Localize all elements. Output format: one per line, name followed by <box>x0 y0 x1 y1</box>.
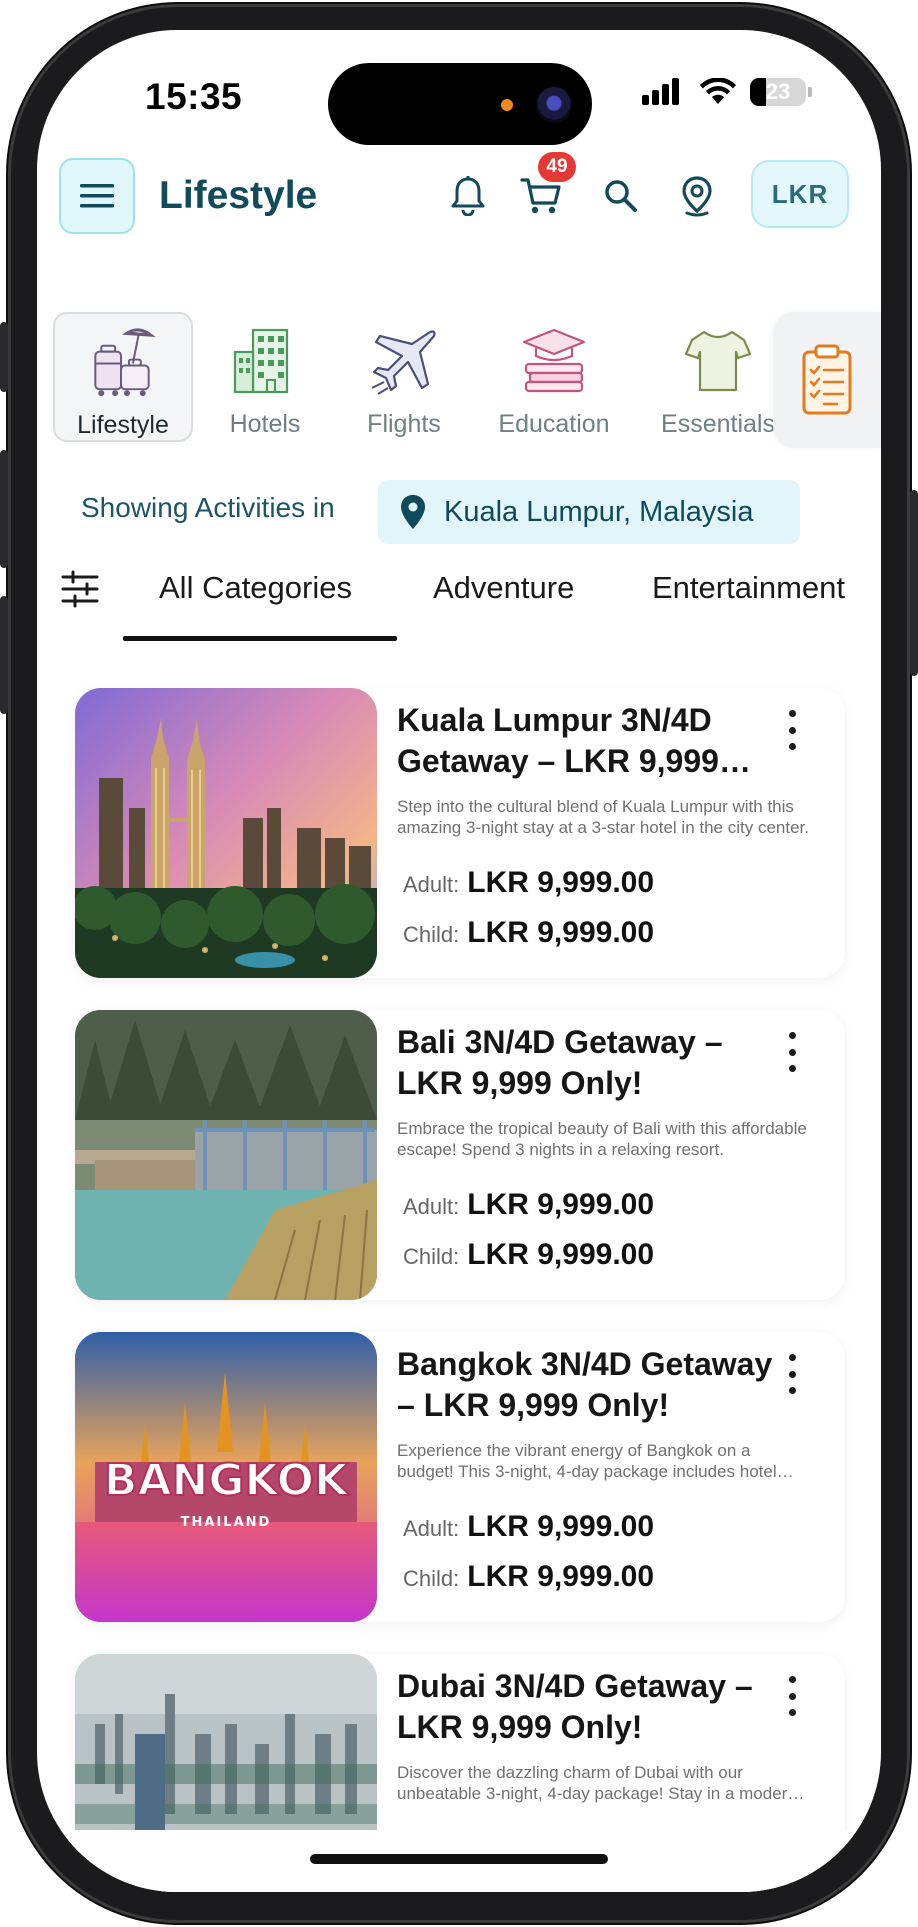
kuala-lumpur-skyline-image <box>75 688 377 978</box>
child-label: Child: <box>403 1566 460 1591</box>
listing-image <box>75 688 377 978</box>
child-price: LKR 9,999.00 <box>467 1560 655 1593</box>
child-price-row: Child: LKR 9,999.00 <box>403 1560 654 1594</box>
adult-label: Adult: <box>403 1194 460 1219</box>
shopping-cart-icon <box>520 178 561 214</box>
camera-lens-icon <box>536 87 572 123</box>
adult-label: Adult: <box>403 1516 460 1541</box>
listing-description: Discover the dazzling charm of Dubai wit… <box>397 1763 797 1803</box>
bell-icon <box>451 176 485 216</box>
child-price-row: Child: LKR 9,999.00 <box>403 916 654 950</box>
graduation-books-icon <box>522 328 586 393</box>
volume-up-button <box>0 450 8 568</box>
listing-title: Bangkok 3N/4D Getaway – LKR 9,999 Only! <box>397 1346 773 1423</box>
service-label: Flights <box>367 410 441 438</box>
wifi-icon <box>700 78 736 104</box>
action-button <box>0 322 8 392</box>
filter-sliders-icon[interactable] <box>61 570 99 608</box>
listing-card[interactable]: Kuala Lumpur 3N/4D Getaway – LKR 9,999 O… <box>75 688 845 978</box>
notifications-button[interactable] <box>444 172 492 220</box>
listing-image: BANGKOK THAILAND <box>75 1332 377 1622</box>
tshirt-icon <box>684 330 752 392</box>
location-label: Showing Activities in <box>81 492 335 523</box>
child-price: LKR 9,999.00 <box>467 1238 655 1271</box>
service-tab-essentials[interactable]: Essentials <box>643 312 793 442</box>
app-screen: 15:35 23 Lifestyle 49 LKR Lifestyle Hote… <box>37 30 881 1892</box>
service-label: Essentials <box>661 410 775 438</box>
location-button[interactable] <box>673 172 721 220</box>
more-options-icon[interactable] <box>785 1676 799 1716</box>
bali-dam-image <box>75 1010 377 1300</box>
menu-button[interactable] <box>59 158 135 234</box>
adult-price: LKR 9,999.00 <box>467 1510 655 1543</box>
service-tab-lifestyle[interactable]: Lifestyle <box>53 312 193 442</box>
listing-title: Dubai 3N/4D Getaway – LKR 9,999 Only! <box>397 1668 753 1745</box>
more-options-icon[interactable] <box>785 710 799 750</box>
home-indicator[interactable] <box>310 1854 608 1864</box>
service-label: Education <box>498 410 610 438</box>
currency-selector[interactable]: LKR <box>751 160 849 228</box>
status-time: 15:35 <box>145 76 243 117</box>
bangkok-temple-image: BANGKOK THAILAND <box>75 1332 377 1622</box>
adult-label: Adult: <box>403 872 460 897</box>
page-title: Lifestyle <box>159 174 318 217</box>
location-selector[interactable]: Kuala Lumpur, Malaysia <box>378 480 800 544</box>
location-value: Kuala Lumpur, Malaysia <box>444 495 754 528</box>
status-icons: 23 <box>642 78 812 106</box>
adult-price-row: Adult: LKR 9,999.00 <box>403 866 654 900</box>
search-icon <box>605 180 637 212</box>
tab-adventure[interactable]: Adventure <box>433 570 574 606</box>
child-price-row: Child: LKR 9,999.00 <box>403 1238 654 1272</box>
child-price: LKR 9,999.00 <box>467 916 655 949</box>
listing-card[interactable]: Bali 3N/4D Getaway – LKR 9,999 Only! Emb… <box>75 1010 845 1300</box>
luggage-umbrella-icon <box>94 328 156 397</box>
listing-image <box>75 1010 377 1300</box>
service-tabs: Lifestyle Hotels Flights Education Essen… <box>37 312 881 452</box>
adult-price-row: Adult: LKR 9,999.00 <box>403 1510 654 1544</box>
battery-tip <box>808 87 812 97</box>
service-tab-education[interactable]: Education <box>479 312 629 442</box>
building-icon <box>233 328 289 394</box>
adult-price-row: Adult: LKR 9,999.00 <box>403 1188 654 1222</box>
more-options-icon[interactable] <box>785 1032 799 1072</box>
adult-price: LKR 9,999.00 <box>467 1188 655 1221</box>
active-tab-indicator <box>123 636 397 641</box>
service-label: Lifestyle <box>77 411 169 439</box>
map-pin-icon <box>401 495 425 529</box>
cart-count-badge: 49 <box>538 152 576 182</box>
search-button[interactable] <box>597 172 645 220</box>
listing-card[interactable]: BANGKOK THAILAND Bangkok 3N/4D Getaway –… <box>75 1332 845 1622</box>
image-subcaption: THAILAND <box>181 1515 272 1530</box>
power-button <box>910 490 918 676</box>
tab-entertainment[interactable]: Entertainment <box>652 570 845 606</box>
category-tabs: All Categories Adventure Entertainment <box>37 566 881 646</box>
child-label: Child: <box>403 1244 460 1269</box>
child-label: Child: <box>403 922 460 947</box>
cellular-signal-icon <box>642 78 679 105</box>
app-header: Lifestyle 49 LKR <box>37 152 881 242</box>
map-pin-icon <box>682 176 712 217</box>
volume-down-button <box>0 596 8 714</box>
listing-title: Kuala Lumpur 3N/4D Getaway – LKR 9,999 O… <box>397 702 719 779</box>
listing-description: Embrace the tropical beauty of Bali with… <box>397 1119 807 1159</box>
privacy-indicator-icon <box>501 99 513 111</box>
service-label: Hotels <box>229 410 301 438</box>
service-tab-hotels[interactable]: Hotels <box>205 312 325 442</box>
listing-description: Step into the cultural blend of Kuala Lu… <box>397 797 809 837</box>
adult-price: LKR 9,999.00 <box>467 866 655 899</box>
service-tab-flights[interactable]: Flights <box>339 312 469 442</box>
listing-title: Bali 3N/4D Getaway – LKR 9,999 Only! <box>397 1024 723 1101</box>
more-options-icon[interactable] <box>785 1354 799 1394</box>
airplane-icon <box>371 330 436 395</box>
listing-description: Experience the vibrant energy of Bangkok… <box>397 1441 777 1481</box>
orders-side-tab[interactable] <box>773 312 881 448</box>
image-caption: BANGKOK <box>104 1455 350 1506</box>
tab-all-categories[interactable]: All Categories <box>159 570 352 606</box>
clipboard-checklist-icon <box>802 344 852 415</box>
dynamic-island <box>328 63 592 145</box>
battery-level: 23 <box>765 79 791 104</box>
hamburger-menu-icon <box>80 184 114 208</box>
battery-indicator: 23 <box>750 78 806 106</box>
